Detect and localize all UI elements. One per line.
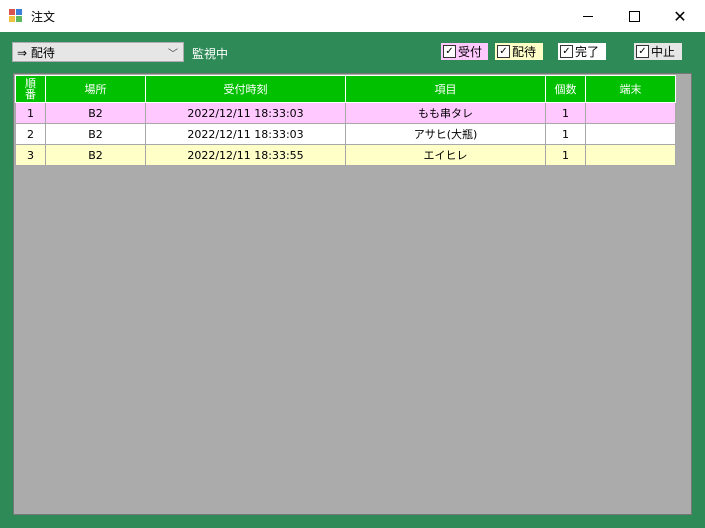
cell-place: B2 bbox=[45, 102, 146, 124]
chevron-down-icon: ﹀ bbox=[168, 49, 178, 60]
checkbox-label: 受付 bbox=[458, 45, 483, 59]
cell-item: エイヒレ bbox=[345, 144, 546, 166]
column-header-time[interactable]: 受付時刻 bbox=[145, 75, 346, 103]
orders-table: 順番 場所 受付時刻 項目 個数 端末 1 B2 2022/12/11 18:3… bbox=[15, 75, 676, 166]
column-header-order-no[interactable]: 順番 bbox=[15, 75, 46, 103]
cell-qty: 1 bbox=[545, 123, 586, 145]
window-title: 注文 bbox=[31, 9, 56, 24]
column-header-terminal[interactable]: 端末 bbox=[585, 75, 676, 103]
column-header-item[interactable]: 項目 bbox=[345, 75, 546, 103]
checkbox-completed[interactable]: ✓ 完了 bbox=[558, 43, 606, 60]
monitoring-status-label: 監視中 bbox=[192, 47, 229, 61]
title-bar: 注文 ✕ bbox=[0, 0, 705, 32]
status-filter-dropdown[interactable]: ⇒ 配待 ﹀ bbox=[12, 42, 184, 62]
cell-place: B2 bbox=[45, 144, 146, 166]
close-icon: ✕ bbox=[673, 6, 687, 26]
cell-time: 2022/12/11 18:33:55 bbox=[145, 144, 346, 166]
cell-time: 2022/12/11 18:33:03 bbox=[145, 123, 346, 145]
close-button[interactable]: ✕ bbox=[657, 0, 703, 32]
cell-order-no: 3 bbox=[15, 144, 46, 166]
checkbox-awaiting-delivery[interactable]: ✓ 配待 bbox=[495, 43, 543, 60]
checkbox-accepted[interactable]: ✓ 受付 bbox=[441, 43, 488, 60]
table-row[interactable]: 1 B2 2022/12/11 18:33:03 もも串タレ 1 bbox=[15, 102, 676, 124]
table-row[interactable]: 3 B2 2022/12/11 18:33:55 エイヒレ 1 bbox=[15, 144, 676, 166]
column-header-place[interactable]: 場所 bbox=[45, 75, 146, 103]
column-header-qty[interactable]: 個数 bbox=[545, 75, 586, 103]
maximize-icon bbox=[628, 10, 640, 22]
checkmark-icon: ✓ bbox=[443, 45, 456, 58]
checkbox-cancelled[interactable]: ✓ 中止 bbox=[634, 43, 682, 60]
app-icon bbox=[9, 9, 23, 23]
table-header-row: 順番 場所 受付時刻 項目 個数 端末 bbox=[15, 75, 676, 103]
minimize-icon bbox=[583, 15, 593, 17]
maximize-button[interactable] bbox=[611, 0, 657, 32]
cell-item: もも串タレ bbox=[345, 102, 546, 124]
cell-qty: 1 bbox=[545, 102, 586, 124]
checkmark-icon: ✓ bbox=[636, 45, 649, 58]
cell-terminal bbox=[585, 123, 676, 145]
cell-order-no: 1 bbox=[15, 102, 46, 124]
cell-qty: 1 bbox=[545, 144, 586, 166]
minimize-button[interactable] bbox=[565, 0, 611, 32]
cell-order-no: 2 bbox=[15, 123, 46, 145]
checkmark-icon: ✓ bbox=[560, 45, 573, 58]
cell-terminal bbox=[585, 144, 676, 166]
checkbox-label: 完了 bbox=[575, 45, 600, 59]
checkmark-icon: ✓ bbox=[497, 45, 510, 58]
checkbox-label: 配待 bbox=[512, 45, 537, 59]
orders-grid[interactable]: 順番 場所 受付時刻 項目 個数 端末 1 B2 2022/12/11 18:3… bbox=[13, 73, 692, 515]
checkbox-label: 中止 bbox=[651, 45, 676, 59]
cell-place: B2 bbox=[45, 123, 146, 145]
cell-terminal bbox=[585, 102, 676, 124]
dropdown-selected-value: ⇒ 配待 bbox=[17, 45, 55, 60]
cell-time: 2022/12/11 18:33:03 bbox=[145, 102, 346, 124]
cell-item: アサヒ(大瓶) bbox=[345, 123, 546, 145]
table-row[interactable]: 2 B2 2022/12/11 18:33:03 アサヒ(大瓶) 1 bbox=[15, 123, 676, 145]
